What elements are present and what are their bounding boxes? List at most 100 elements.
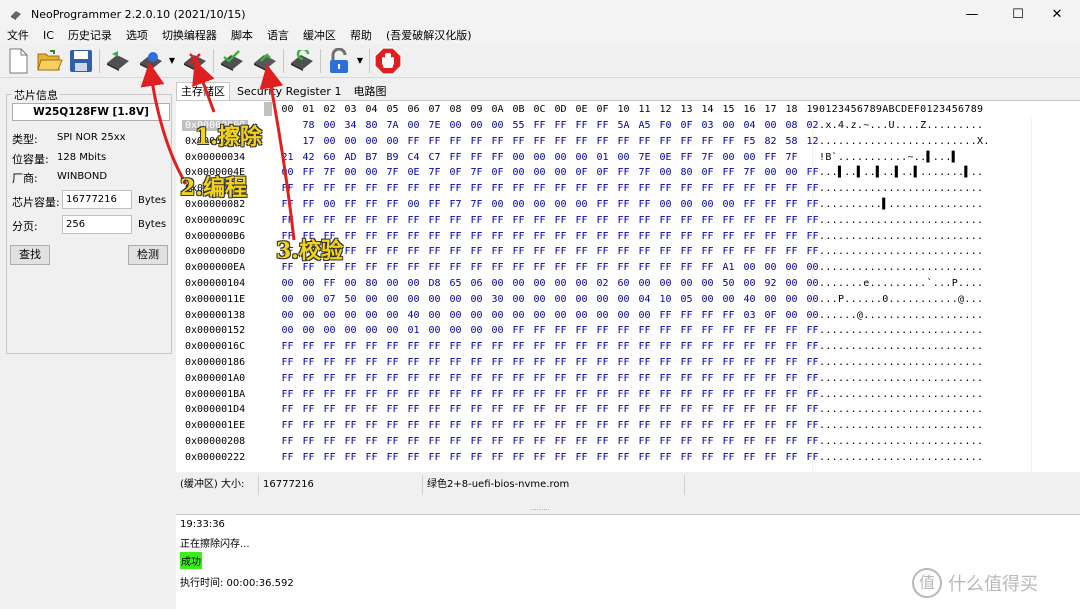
hex-byte[interactable]: FF	[340, 199, 361, 210]
hex-byte[interactable]: FF	[676, 246, 697, 257]
hex-byte[interactable]: FF	[340, 357, 361, 368]
hex-byte[interactable]: FF	[718, 420, 739, 431]
hex-byte[interactable]: FF	[760, 341, 781, 352]
hex-byte[interactable]: FF	[403, 136, 424, 147]
hex-byte[interactable]: FF	[508, 183, 529, 194]
hex-byte[interactable]: FF	[508, 436, 529, 447]
hex-byte[interactable]: 40	[403, 310, 424, 321]
hex-byte[interactable]: FF	[298, 215, 319, 226]
hex-byte[interactable]: 00	[403, 294, 424, 305]
hex-byte[interactable]: FF	[655, 183, 676, 194]
hex-byte[interactable]: FF	[319, 357, 340, 368]
hex-byte[interactable]: FF	[508, 357, 529, 368]
hex-byte[interactable]: 00	[319, 325, 340, 336]
hex-byte[interactable]: 7F	[634, 167, 655, 178]
hex-byte[interactable]: 00	[340, 325, 361, 336]
hex-byte[interactable]: FF	[739, 452, 760, 463]
hex-byte[interactable]: FF	[298, 420, 319, 431]
hex-byte[interactable]: 0F	[592, 167, 613, 178]
hex-byte[interactable]: 00	[466, 294, 487, 305]
hex-byte[interactable]: FF	[697, 215, 718, 226]
hex-byte[interactable]: FF	[571, 136, 592, 147]
hex-byte[interactable]: FF	[676, 183, 697, 194]
hex-byte[interactable]: FF	[781, 436, 802, 447]
hex-byte[interactable]: FF	[760, 420, 781, 431]
hex-byte[interactable]: FF	[655, 262, 676, 273]
hex-byte[interactable]: 00	[361, 136, 382, 147]
hex-byte[interactable]: FF	[466, 436, 487, 447]
hex-byte[interactable]: B9	[382, 152, 403, 163]
hex-byte[interactable]: FF	[529, 452, 550, 463]
hex-byte[interactable]: FF	[487, 389, 508, 400]
menu-ic[interactable]: IC	[36, 29, 61, 43]
hex-byte[interactable]: 00	[508, 294, 529, 305]
hex-row[interactable]: 0x00000222 FF FF FF FF FF FF FF FF FF FF FF FF FF FF FF…	[176, 450, 1080, 466]
hex-byte[interactable]: 00	[781, 278, 802, 289]
hex-byte[interactable]: FF	[592, 183, 613, 194]
hex-byte[interactable]: FF	[445, 262, 466, 273]
hex-byte[interactable]: 00	[382, 278, 403, 289]
hex-byte[interactable]: FF	[571, 436, 592, 447]
hex-byte[interactable]: FF	[739, 436, 760, 447]
hex-byte[interactable]: FF	[319, 183, 340, 194]
hex-byte[interactable]: 80	[676, 167, 697, 178]
hex-byte[interactable]: FF	[508, 404, 529, 415]
hex-byte[interactable]: 08	[781, 120, 802, 131]
hex-byte[interactable]: FF	[676, 136, 697, 147]
hex-byte[interactable]: 00	[403, 278, 424, 289]
hex-byte[interactable]: 00	[319, 310, 340, 321]
hex-byte[interactable]: 00	[718, 120, 739, 131]
hex-byte[interactable]: 00	[487, 310, 508, 321]
hex-byte[interactable]: FF	[781, 357, 802, 368]
hex-row[interactable]: 0x00000068 FF FF FF FF FF FF FF FF FF FF FF FF FF FF FF…	[176, 181, 1080, 197]
hex-byte[interactable]: FF	[760, 436, 781, 447]
hex-byte[interactable]: B7	[361, 152, 382, 163]
hex-byte[interactable]: 04	[739, 120, 760, 131]
hex-byte[interactable]: FF	[424, 199, 445, 210]
hex-byte[interactable]: FF	[718, 373, 739, 384]
tab-main-memory[interactable]: 主存储区	[176, 82, 230, 100]
hex-byte[interactable]: 0F	[676, 120, 697, 131]
protect-button[interactable]	[325, 47, 353, 75]
hex-row[interactable]: 0x00000000 78 00 34 80 7A 00 7E 00 00 00 55 FF FF FF FF…	[176, 118, 1080, 134]
hex-byte[interactable]: 00	[592, 310, 613, 321]
hex-byte[interactable]: FF	[487, 341, 508, 352]
hex-byte[interactable]: FF	[487, 262, 508, 273]
hex-byte[interactable]: FF	[445, 246, 466, 257]
hex-byte[interactable]: FF	[697, 231, 718, 242]
hex-byte[interactable]: FF	[739, 246, 760, 257]
hex-byte[interactable]: FF	[613, 341, 634, 352]
hex-byte[interactable]: FF	[592, 452, 613, 463]
hex-byte[interactable]: FF	[487, 357, 508, 368]
hex-byte[interactable]: FF	[697, 357, 718, 368]
hex-byte[interactable]: FF	[550, 246, 571, 257]
read-chip-button[interactable]	[104, 47, 132, 75]
hex-byte[interactable]: FF	[487, 373, 508, 384]
hex-byte[interactable]: FF	[445, 436, 466, 447]
hex-byte[interactable]: FF	[424, 136, 445, 147]
hex-byte[interactable]: FF	[613, 373, 634, 384]
hex-byte[interactable]: 7F	[382, 167, 403, 178]
hex-byte[interactable]: FF	[781, 373, 802, 384]
hex-row[interactable]: 0x00000034 21 42 60 AD B7 B9 C4 C7 FF FF FF 00 00 00 00…	[176, 150, 1080, 166]
hex-byte[interactable]: FF	[319, 389, 340, 400]
hex-byte[interactable]: FF	[571, 373, 592, 384]
hex-byte[interactable]: FF	[676, 310, 697, 321]
hex-byte[interactable]: FF	[361, 246, 382, 257]
hex-row[interactable]: 0x00000208 FF FF FF FF FF FF FF FF FF FF FF FF FF FF FF…	[176, 434, 1080, 450]
hex-byte[interactable]: 50	[718, 278, 739, 289]
hex-byte[interactable]: FF	[550, 183, 571, 194]
hex-byte[interactable]: 00	[781, 262, 802, 273]
hex-byte[interactable]: FF	[718, 325, 739, 336]
hex-byte[interactable]: 34	[340, 120, 361, 131]
hex-byte[interactable]: FF	[592, 341, 613, 352]
hex-byte[interactable]: FF	[697, 246, 718, 257]
hex-byte[interactable]: FF	[277, 373, 298, 384]
hex-byte[interactable]: 00	[466, 310, 487, 321]
hex-byte[interactable]: 60	[613, 278, 634, 289]
hex-byte[interactable]: FF	[277, 404, 298, 415]
hex-byte[interactable]: FF	[550, 262, 571, 273]
hex-byte[interactable]: FF	[739, 325, 760, 336]
pane-splitter[interactable]: ·········	[0, 506, 1080, 514]
hex-byte[interactable]: A1	[718, 262, 739, 273]
